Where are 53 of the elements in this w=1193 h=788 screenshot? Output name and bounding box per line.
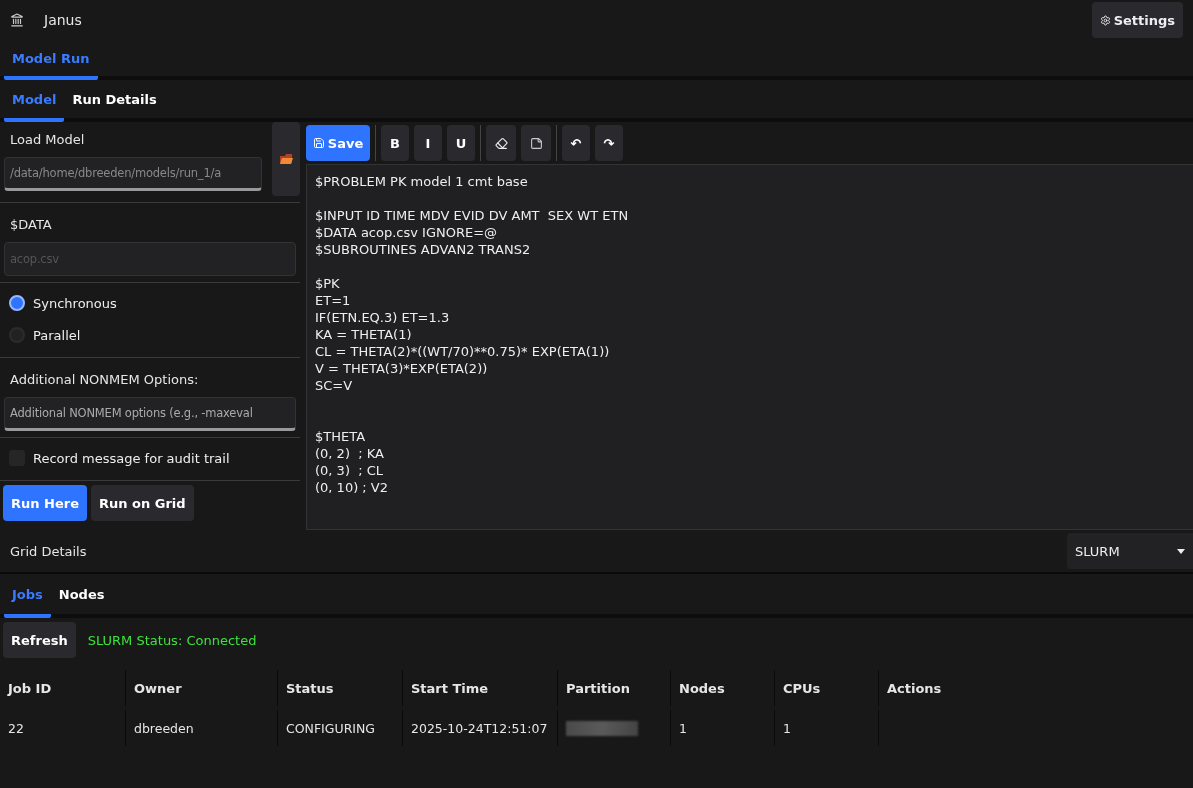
column-header: Partition [557, 670, 670, 706]
section-label: Grid Details [10, 543, 87, 559]
folder-button[interactable] [272, 122, 300, 196]
field-label: Additional NONMEM Options: [9, 371, 200, 389]
column-header: Actions [878, 670, 1193, 706]
column-header: Status [277, 670, 402, 706]
table-cell: 1 [670, 710, 774, 746]
tab[interactable]: Jobs [4, 574, 51, 618]
table-cell: dbreeden [125, 710, 277, 746]
tab[interactable]: Nodes [50, 574, 113, 618]
redacted-bar [566, 720, 638, 736]
caret-icon [1177, 548, 1185, 554]
radio-option[interactable]: Parallel [0, 319, 300, 351]
table-cell-text: 22 [7, 719, 25, 738]
field-label: $DATA [9, 216, 53, 234]
scheduler-select[interactable]: SLURM [1067, 533, 1193, 569]
format-button[interactable]: I [414, 125, 442, 161]
redo-button[interactable]: ↷ [595, 125, 623, 161]
tab[interactable]: Model Run [4, 40, 98, 80]
settings-icon [1099, 14, 1111, 26]
options-field[interactable]: Additional NONMEM options (e.g., -maxeval [4, 397, 296, 431]
radio-option[interactable]: Synchronous [0, 287, 300, 319]
app-title: Janus [44, 12, 83, 28]
path-field[interactable]: /data/home/dbreeden/models/run_1/a [4, 157, 262, 191]
run-button[interactable]: Run Here [3, 485, 87, 521]
note-button[interactable] [521, 125, 551, 161]
column-header: CPUs [774, 670, 878, 706]
bank-icon [10, 13, 24, 27]
table-cell: CONFIGURING [277, 710, 402, 746]
column-header: Start Time [402, 670, 557, 706]
note-icon [529, 136, 543, 150]
undo-button[interactable]: ↶ [562, 125, 590, 161]
save-button[interactable]: Save [306, 125, 370, 161]
eraser-icon [494, 136, 508, 150]
folder-icon [279, 153, 293, 165]
format-button[interactable]: U [447, 125, 475, 161]
format-button[interactable]: B [381, 125, 409, 161]
table-cell: 1 [774, 710, 878, 746]
tab[interactable]: Model [4, 80, 65, 122]
floppy-icon [312, 137, 325, 149]
settings-button[interactable]: Settings [1091, 2, 1183, 38]
refresh-button[interactable]: Refresh [3, 622, 76, 658]
eraser-button[interactable] [486, 125, 516, 161]
code-editor[interactable]: $PROBLEM PK model 1 cmt base $INPUT ID TIME MDV EVID DV AMT SEX WT ETN $DATA acop.csv IGNORE=@ $SUBROUTINES ADVAN2 TRANS2 $PK ET=1 IF(ETN.EQ.3) ET=1.3 KA = THETA(1) CL = THETA(2)*((WT/70)**0.75)* EXP(ETA(1)) V = THETA(3)*EXP(ETA(2)) SC=V $THETA (0, 2) ; KA (0, 3) ; CL (0, 10) ; V2 [306, 164, 1193, 530]
column-header: Job ID [6, 679, 53, 698]
field-label: Load Model [9, 131, 86, 149]
table-cell: 2025-10-24T12:51:07 [402, 710, 557, 746]
run-button[interactable]: Run on Grid [91, 485, 194, 521]
audit-checkbox[interactable]: Record message for audit trail [0, 442, 300, 474]
tab[interactable]: Run Details [64, 80, 165, 122]
column-header: Owner [125, 670, 277, 706]
status-text: SLURM Status: Connected [87, 632, 257, 648]
column-header: Nodes [670, 670, 774, 706]
